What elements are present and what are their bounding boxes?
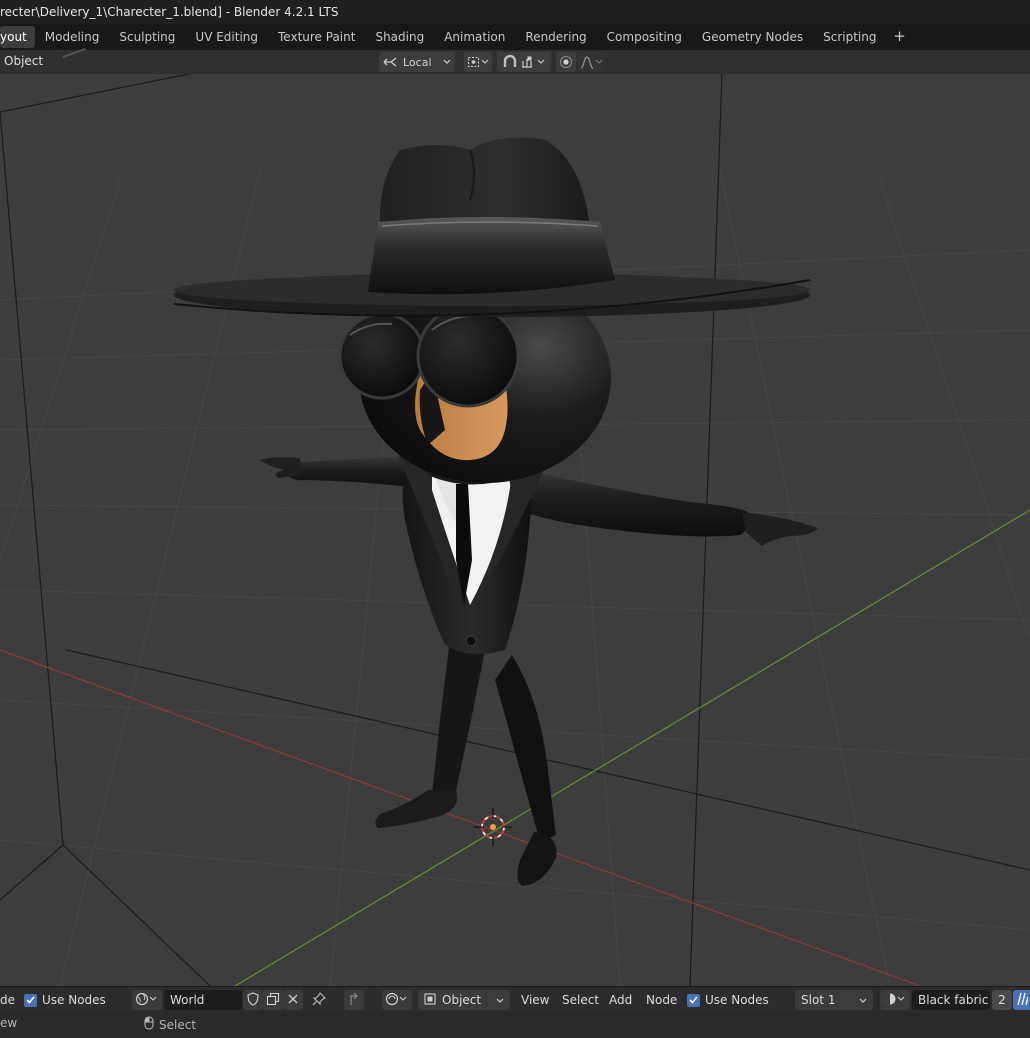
up-arrow-icon (347, 992, 361, 1009)
menu-add[interactable]: Add (609, 990, 632, 1010)
proportional-edit-toggle[interactable] (556, 52, 576, 72)
falloff-icon (580, 55, 604, 69)
orientation-label: Local (403, 55, 432, 69)
duplicate-world-button[interactable] (263, 990, 283, 1010)
tab-rendering[interactable]: Rendering (515, 26, 596, 48)
material-slot-dropdown[interactable]: Slot 1 (795, 990, 873, 1010)
menu-select[interactable]: Select (562, 990, 599, 1010)
material-name-field[interactable]: Black fabric (912, 990, 990, 1010)
tab-layout[interactable]: yout (0, 26, 35, 48)
transform-orientation-dropdown[interactable]: Local (379, 52, 455, 72)
viewport-scene (0, 74, 1030, 986)
parent-node-tree-button[interactable] (344, 990, 364, 1010)
fake-user-button[interactable] (243, 990, 263, 1010)
tab-scripting[interactable]: Scripting (813, 26, 886, 48)
3d-cursor (474, 808, 512, 846)
window-title: recter\Delivery_1\Charecter_1.blend] - B… (0, 5, 339, 19)
tab-geometry-nodes[interactable]: Geometry Nodes (692, 26, 813, 48)
object-cube-icon (424, 992, 436, 1008)
object-mode-menu[interactable]: Object (4, 54, 43, 68)
shader-type-icon (385, 992, 409, 1009)
pin-button[interactable] (310, 990, 328, 1010)
status-bar: ew Select (0, 1012, 1030, 1038)
close-icon (288, 993, 298, 1007)
material-user-count[interactable]: 2 (992, 990, 1012, 1010)
transform-orientation-icon (383, 56, 399, 68)
material-sphere-icon (883, 992, 907, 1009)
workspace-tabs: yout Modeling Sculpting UV Editing Textu… (0, 24, 1030, 50)
slot-label: Slot 1 (801, 993, 836, 1007)
status-select-hint: Select (144, 1016, 196, 1033)
use-nodes-right-label: Use Nodes (705, 993, 769, 1007)
fake-user-toggle[interactable] (1013, 990, 1030, 1010)
viewport-header: Object Local (0, 47, 1030, 74)
tab-modeling[interactable]: Modeling (35, 26, 110, 48)
use-nodes-left-checkbox[interactable]: Use Nodes (24, 990, 106, 1010)
status-select-label: Select (159, 1017, 197, 1032)
shader-object-dropdown[interactable]: Object (418, 990, 510, 1010)
shader-type-dropdown[interactable] (382, 990, 412, 1010)
tab-sculpting[interactable]: Sculpting (109, 26, 185, 48)
shader-object-label: Object (442, 993, 482, 1007)
title-bar: recter\Delivery_1\Charecter_1.blend] - B… (0, 0, 1030, 24)
chevron-down-icon (443, 59, 451, 65)
use-nodes-left-label: Use Nodes (42, 993, 106, 1007)
chevron-down-icon (859, 993, 867, 1007)
proportional-falloff-dropdown[interactable] (578, 52, 606, 72)
tab-texture-paint[interactable]: Texture Paint (268, 26, 365, 48)
world-type-dropdown[interactable] (132, 990, 162, 1010)
status-view-label: ew (0, 1016, 18, 1030)
menu-view[interactable]: View (521, 990, 549, 1010)
tab-uv-editing[interactable]: UV Editing (185, 26, 268, 48)
mouse-icon (144, 1016, 154, 1033)
y-axis-line (234, 509, 1030, 986)
header-divider (62, 47, 86, 59)
snap-target-icon (521, 55, 547, 69)
pivot-point-dropdown[interactable] (464, 52, 492, 72)
use-nodes-right-checkbox[interactable]: Use Nodes (687, 990, 769, 1010)
world-name-field[interactable]: World (164, 990, 242, 1010)
checkmark-icon (24, 993, 37, 1007)
snap-magnet-icon (501, 54, 519, 70)
world-icon (135, 992, 159, 1009)
checkmark-icon (687, 993, 700, 1007)
chevron-down-icon (496, 993, 504, 1007)
tab-animation[interactable]: Animation (434, 26, 515, 48)
proportional-edit-icon (559, 55, 573, 69)
browse-material-dropdown[interactable] (880, 990, 910, 1010)
shield-icon (247, 991, 259, 1009)
tab-compositing[interactable]: Compositing (597, 26, 692, 48)
menu-node[interactable]: Node (646, 990, 677, 1010)
stripes-icon (1016, 992, 1029, 1009)
add-workspace-button[interactable]: + (891, 27, 909, 47)
pin-icon (312, 991, 326, 1009)
pivot-icon (467, 55, 489, 69)
snapping-controls[interactable] (497, 52, 551, 72)
character-model (173, 137, 818, 886)
3d-viewport[interactable] (0, 74, 1030, 986)
duplicate-icon (266, 992, 280, 1009)
node-editor-header: de Use Nodes World Object View Select Ad… (0, 986, 1030, 1012)
unlink-world-button[interactable] (283, 990, 303, 1010)
editor-type-label: de (0, 993, 15, 1007)
tab-shading[interactable]: Shading (365, 26, 434, 48)
jacket-button (465, 635, 477, 647)
